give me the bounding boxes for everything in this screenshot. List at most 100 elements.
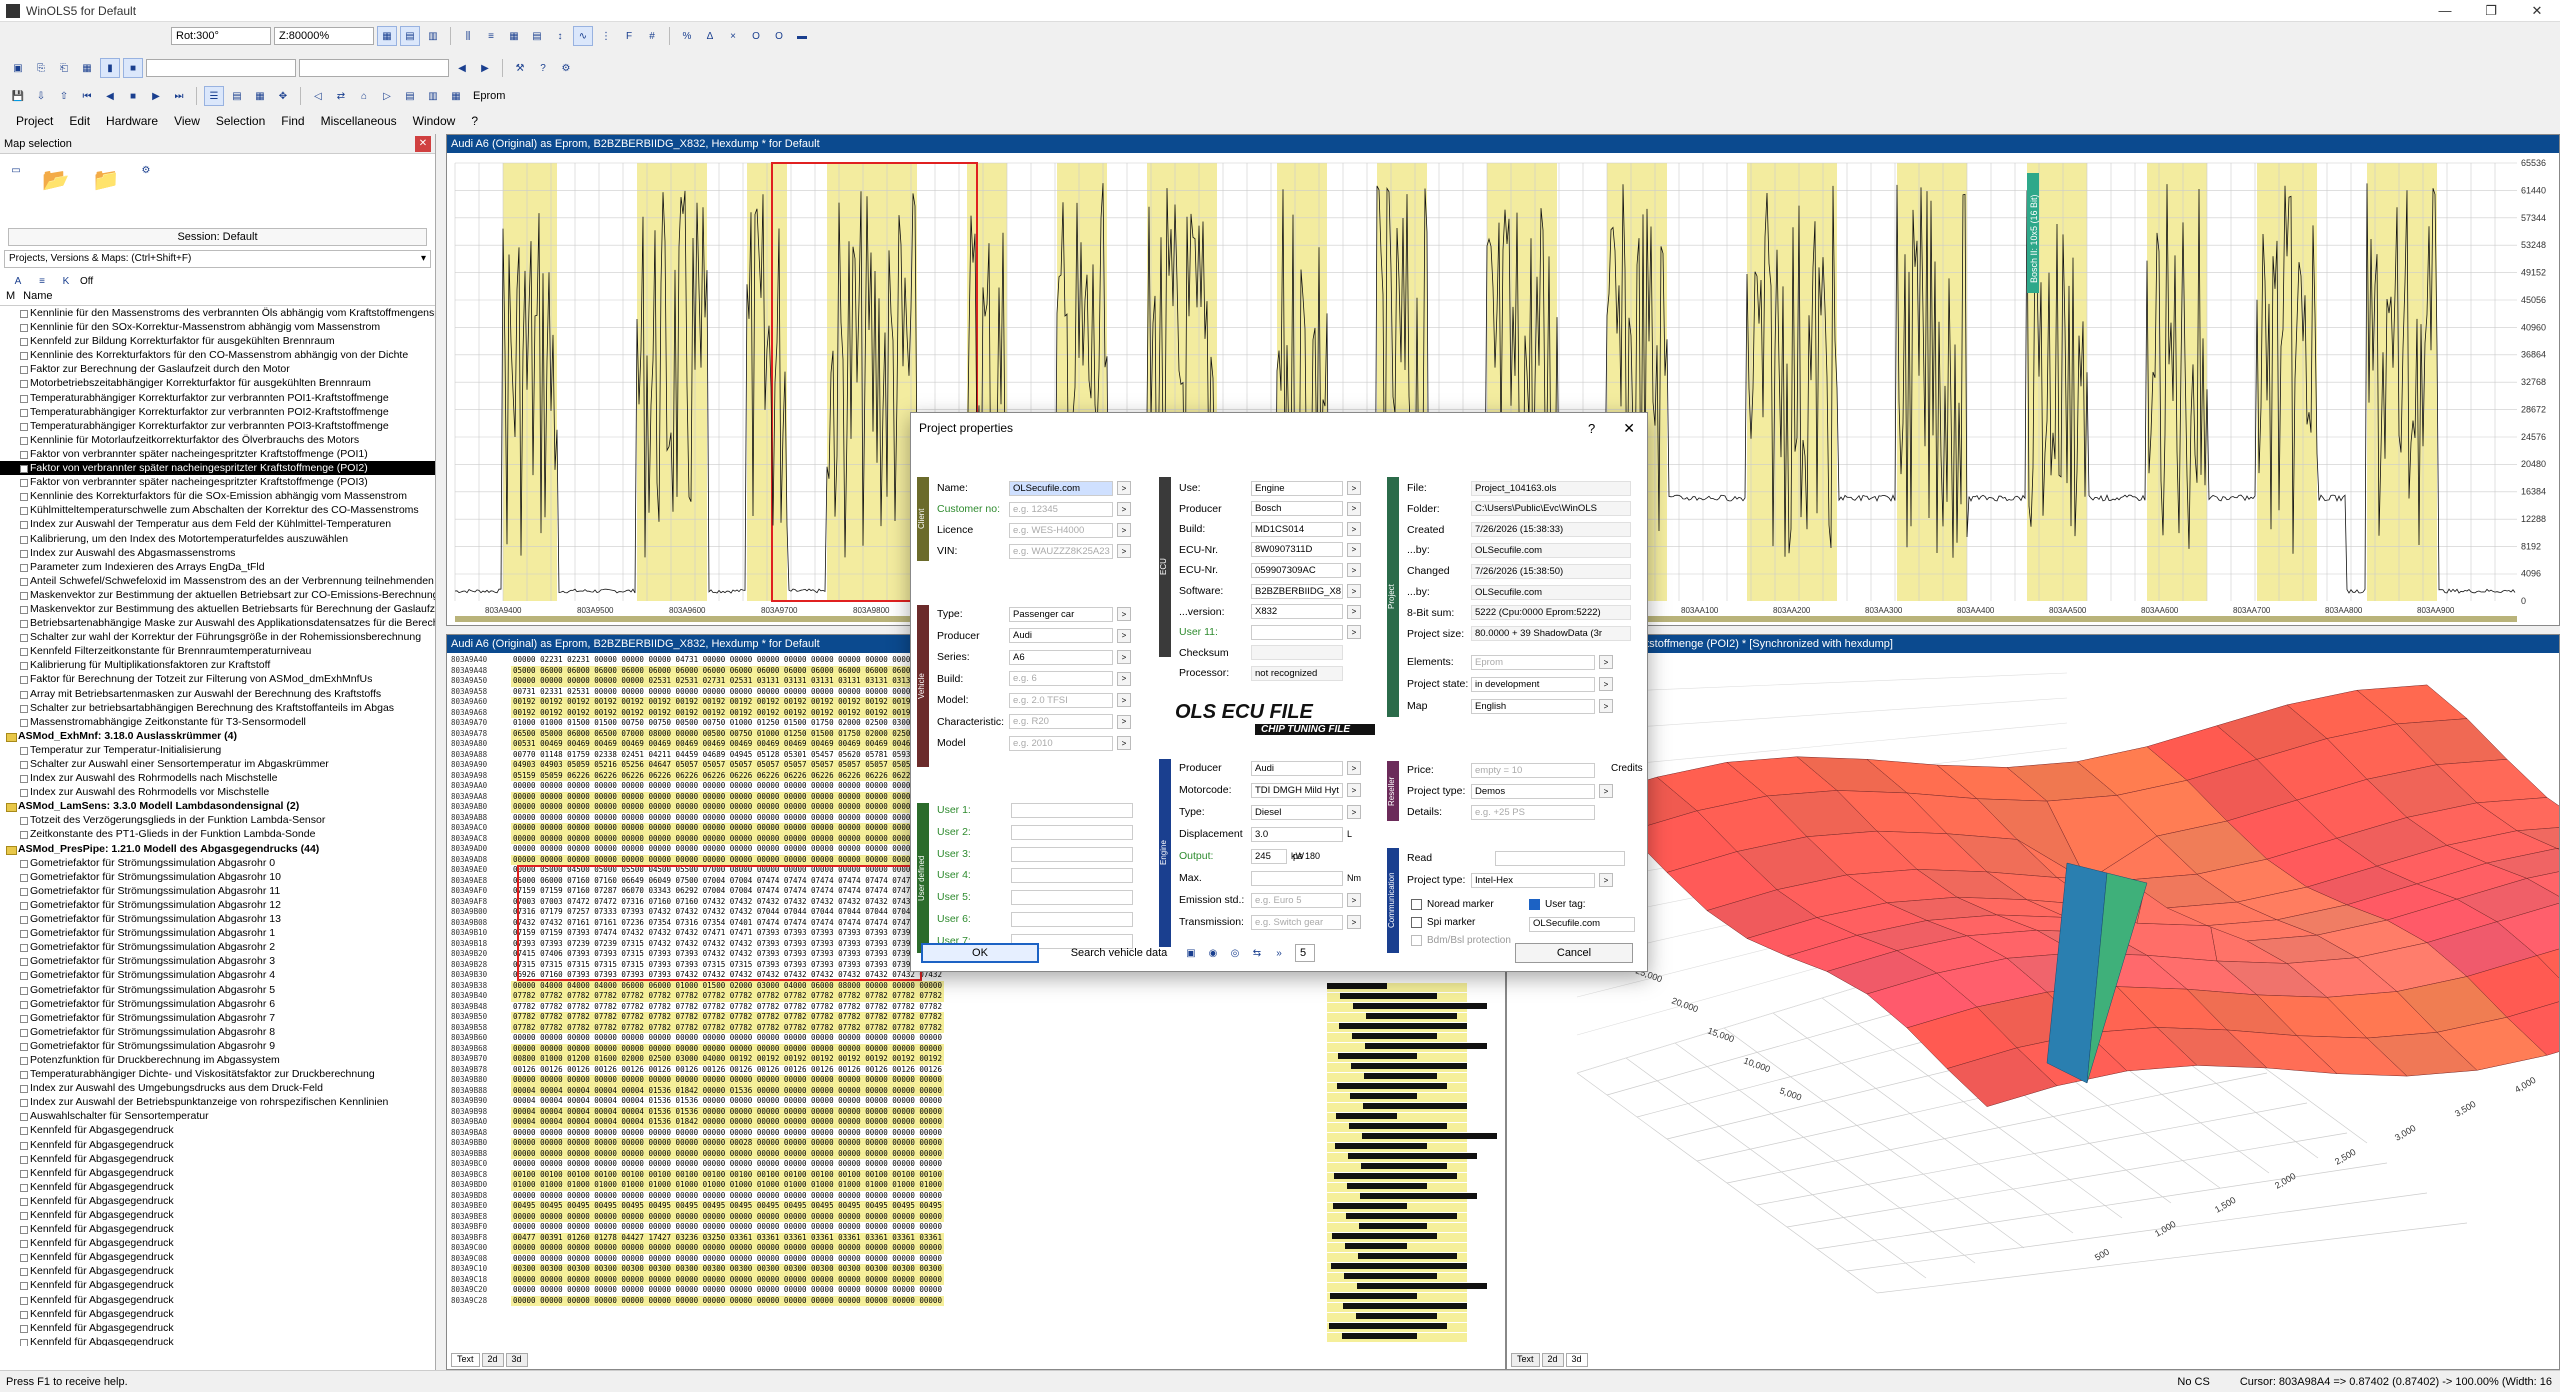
columns-icon[interactable]: ⫼ <box>458 26 478 46</box>
wave-icon[interactable]: ∿ <box>573 26 593 46</box>
hex-row[interactable]: 803A9BC0 00000 00000 00000 00000 00000 00… <box>451 1159 1063 1170</box>
chevron-right-icon[interactable]: > <box>1347 783 1361 797</box>
map-item[interactable]: Kennfeld für Abgasgegendruck <box>0 1335 435 1346</box>
map-icon[interactable]: ▦ <box>250 86 270 106</box>
map-item[interactable]: Kennlinie für den Massenstroms des verbr… <box>0 306 435 320</box>
minimize-button[interactable]: — <box>2422 3 2468 19</box>
field-value[interactable]: 059907309AC <box>1251 562 1343 578</box>
hex-row[interactable]: 803A9B38 00000 04000 04000 04000 06000 06… <box>451 980 1063 991</box>
field-value[interactable]: Bosch <box>1251 501 1343 517</box>
map-item[interactable]: Kennlinie des Korrekturfaktors für die S… <box>0 489 435 503</box>
map-item[interactable]: Array mit Betriebsartenmasken zur Auswah… <box>0 687 435 701</box>
hex-row[interactable]: 803A9B58 07782 07782 07782 07782 07782 07… <box>451 1022 1063 1033</box>
grid-icon[interactable]: ▦ <box>504 26 524 46</box>
field-value[interactable]: 3.0 <box>1251 826 1343 842</box>
hex-row[interactable]: 803A9BC8 00100 00100 00100 00100 00100 00… <box>451 1169 1063 1180</box>
map-item[interactable]: Kennfeld für Abgasgegendruck <box>0 1138 435 1152</box>
count-field[interactable]: 5 <box>1295 944 1315 962</box>
hex-row[interactable]: 803A9C08 00000 00000 00000 00000 00000 00… <box>451 1253 1063 1264</box>
map-item[interactable]: Gometriefaktor für Strömungssimulation A… <box>0 1011 435 1025</box>
close-window-button[interactable]: ✕ <box>2514 3 2560 19</box>
last-icon[interactable]: ⏭ <box>169 86 189 106</box>
chevron-right-icon[interactable]: > <box>1599 873 1613 887</box>
chevron-right-icon[interactable]: > <box>1117 523 1131 537</box>
map-group[interactable]: ASMod_LamSens: 3.3.0 Modell Lambdasonden… <box>0 799 435 813</box>
map-item[interactable]: Kennfeld für Abgasgegendruck <box>0 1208 435 1222</box>
calc-icon[interactable]: ⚙ <box>556 58 576 78</box>
map-item[interactable]: Gometriefaktor für Strömungssimulation A… <box>0 912 435 926</box>
chevron-right-icon[interactable]: > <box>1117 736 1131 750</box>
share-icon[interactable]: ⇆ <box>1247 943 1267 963</box>
tab-3d[interactable]: 3d <box>1565 1353 1588 1367</box>
tab-text[interactable]: Text <box>1511 1353 1540 1367</box>
tab-text[interactable]: Text <box>451 1353 480 1367</box>
map-item[interactable]: Gometriefaktor für Strömungssimulation A… <box>0 856 435 870</box>
chevron-right-icon[interactable]: > <box>1347 915 1361 929</box>
hex-row[interactable]: 803A9B80 00000 00000 00000 00000 00000 00… <box>451 1075 1063 1086</box>
eprom1-icon[interactable]: ▤ <box>400 86 420 106</box>
map-item[interactable]: Kennlinie für den SOx-Korrektur-Massenst… <box>0 320 435 334</box>
map-item[interactable]: Faktor für Berechnung der Totzeit zur Fi… <box>0 672 435 686</box>
globe-icon[interactable]: ◉ <box>1203 943 1223 963</box>
menu-find[interactable]: Find <box>281 114 304 128</box>
maximize-button[interactable]: ❐ <box>2468 3 2514 19</box>
map-item[interactable]: Kennfeld für Abgasgegendruck <box>0 1180 435 1194</box>
tool-icon[interactable]: ⚒ <box>510 58 530 78</box>
map-item[interactable]: Kennfeld für Abgasgegendruck <box>0 1264 435 1278</box>
map-item[interactable]: Faktor zur Berechnung der Gaslaufzeit du… <box>0 362 435 376</box>
hex-row[interactable]: 803A9B40 07782 07782 07782 07782 07782 07… <box>451 991 1063 1002</box>
ff-icon[interactable]: F <box>619 26 639 46</box>
field-value[interactable]: Demos <box>1471 783 1595 799</box>
chrome-icon[interactable]: ◎ <box>1225 943 1245 963</box>
search-field-2[interactable] <box>299 59 449 77</box>
map-item[interactable]: Gometriefaktor für Strömungssimulation A… <box>0 1025 435 1039</box>
factor-icon[interactable]: × <box>723 26 743 46</box>
field-value[interactable]: MD1CS014 <box>1251 521 1343 537</box>
connect-maps-icon[interactable]: ⚙ <box>136 160 156 180</box>
field-value[interactable]: Intel-Hex <box>1471 872 1595 888</box>
rows-icon[interactable]: ≡ <box>481 26 501 46</box>
color-icon[interactable]: ▬ <box>792 26 812 46</box>
view-3d-icon[interactable]: ▥ <box>423 26 443 46</box>
session-label[interactable]: Session: Default <box>8 228 427 246</box>
field-value[interactable]: e.g. 6 <box>1009 671 1113 686</box>
hex-row[interactable]: 803A9BD8 00000 00000 00000 00000 00000 00… <box>451 1190 1063 1201</box>
map-item[interactable]: Gometriefaktor für Strömungssimulation A… <box>0 884 435 898</box>
chevron-right-icon[interactable]: > <box>1599 784 1613 798</box>
tab-3d[interactable]: 3d <box>505 1353 528 1367</box>
open-icon[interactable]: ▣ <box>8 58 28 78</box>
view-2d-icon[interactable]: ▤ <box>400 26 420 46</box>
map-item[interactable]: Temperaturabhängiger Korrekturfaktor zur… <box>0 419 435 433</box>
hex-row[interactable]: 803A9C10 00300 00300 00300 00300 00300 00… <box>451 1264 1063 1275</box>
chevron-right-icon[interactable]: > <box>1117 628 1131 643</box>
user-field[interactable] <box>1011 824 1133 840</box>
chevron-right-icon[interactable]: > <box>1347 563 1361 578</box>
chevron-right-icon[interactable]: > <box>1347 481 1361 495</box>
map-group[interactable]: ASMod_ExhMnf: 3.18.0 Auslasskrümmer (4) <box>0 729 435 743</box>
hex-row[interactable]: 803A9C18 00000 00000 00000 00000 00000 00… <box>451 1274 1063 1285</box>
map-item[interactable]: Kühlmitteltemperaturschwelle zum Abschal… <box>0 503 435 517</box>
orig2-icon[interactable]: O <box>769 26 789 46</box>
map-item[interactable]: Kennfeld für Abgasgegendruck <box>0 1166 435 1180</box>
field-value[interactable]: Diesel <box>1251 804 1343 820</box>
map-item[interactable]: Kennfeld zur Bildung Korrekturfaktor für… <box>0 334 435 348</box>
map-item[interactable]: Index zur Auswahl des Rohrmodells vor Mi… <box>0 785 435 799</box>
map-item[interactable]: Gometriefaktor für Strömungssimulation A… <box>0 968 435 982</box>
map-item[interactable]: Faktor von verbrannter später nacheinges… <box>0 461 435 476</box>
next-icon[interactable]: ▶ <box>146 86 166 106</box>
chevron-right-icon[interactable]: > <box>1599 655 1613 669</box>
map-item[interactable]: Temperaturabhängiger Korrekturfaktor zur… <box>0 405 435 419</box>
menu-view[interactable]: View <box>174 114 200 128</box>
chevron-right-icon[interactable]: > <box>1347 501 1361 516</box>
map-item[interactable]: Kennfeld für Abgasgegendruck <box>0 1278 435 1292</box>
user-field[interactable] <box>1011 912 1133 927</box>
delta-icon[interactable]: Δ <box>700 26 720 46</box>
col-name[interactable]: Name <box>23 290 52 305</box>
device-icon[interactable]: ⌂ <box>354 86 374 106</box>
import-icon[interactable]: ⇩ <box>31 86 51 106</box>
field-value[interactable]: e.g. WES-H4000 <box>1009 522 1113 538</box>
3d-surface-plot[interactable]: 40,00035,00030,00025,00020,00015,00010,0… <box>1507 653 2560 1353</box>
hex-row[interactable]: 803A9BB8 00000 00000 00000 00000 00000 00… <box>451 1148 1063 1159</box>
hex-row[interactable]: 803A9B60 00000 00000 00000 00000 00000 00… <box>451 1033 1063 1044</box>
copy-icon[interactable]: ⎘ <box>31 58 51 78</box>
